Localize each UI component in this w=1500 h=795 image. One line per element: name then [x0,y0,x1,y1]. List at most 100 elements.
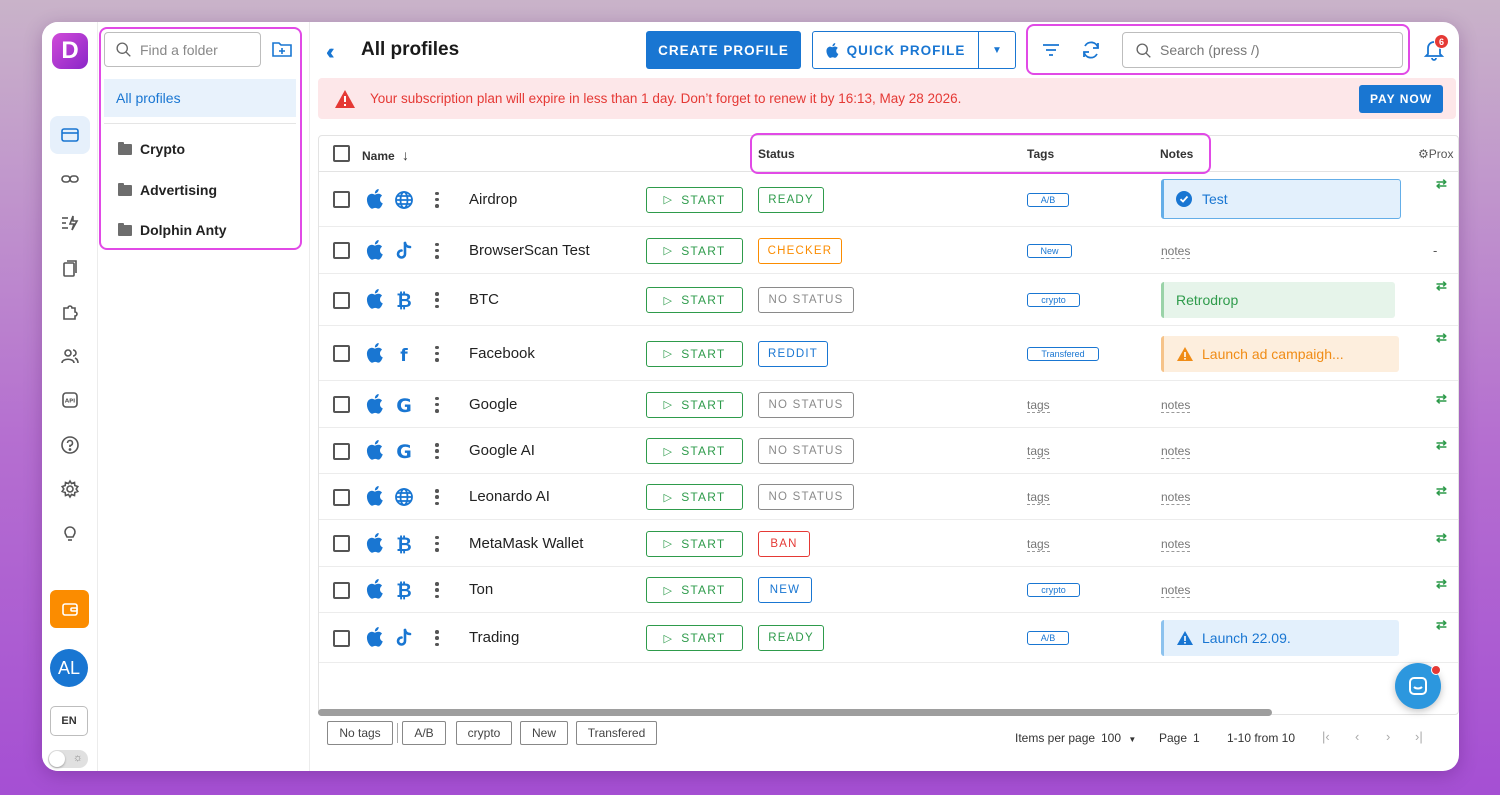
row-checkbox[interactable] [333,535,350,552]
filter-icon[interactable] [1040,39,1062,61]
tag-badge[interactable]: A/B [1027,631,1069,645]
start-button[interactable]: ▷ START [646,186,743,213]
row-checkbox[interactable] [333,191,350,208]
automation-icon[interactable] [50,204,90,242]
start-button[interactable]: ▷ START [646,577,743,603]
theme-toggle[interactable]: ☼ [48,750,88,768]
extension-icon[interactable] [50,293,90,331]
tags-placeholder[interactable]: tags [1027,398,1050,413]
proxy-swap-icon[interactable]: ⇄ [1436,278,1447,294]
tag-chip[interactable]: crypto [456,721,512,745]
pay-now-button[interactable]: PAY NOW [1359,85,1443,113]
tag-badge[interactable]: New [1027,243,1072,258]
language-switch[interactable]: EN [50,706,88,736]
table-row[interactable]: Airdrop ▷ START READY A/B Test ⇄ [319,172,1458,227]
horizontal-scrollbar[interactable] [318,709,1272,716]
refresh-icon[interactable] [1080,39,1102,61]
note-card[interactable]: Test [1161,178,1401,219]
tag-chip[interactable]: A/B [402,721,446,745]
api-icon[interactable]: API [50,381,90,419]
status-badge[interactable]: BAN [758,530,810,557]
prev-page-icon[interactable]: ‹ [1355,729,1359,744]
proxy-swap-icon[interactable]: ⇄ [1436,391,1447,407]
tags-placeholder[interactable]: tags [1027,445,1050,459]
select-all-checkbox[interactable] [333,145,350,162]
row-checkbox[interactable] [333,242,350,259]
tags-placeholder[interactable]: tags [1027,537,1050,552]
more-vert-icon[interactable] [435,345,439,362]
users-icon[interactable] [50,337,90,375]
status-badge[interactable]: REDDIT [758,340,828,367]
quick-profile-button[interactable]: QUICK PROFILE [812,31,979,69]
start-button[interactable]: ▷ START [646,287,743,313]
tags-placeholder[interactable]: tags [1027,491,1050,505]
table-row[interactable]: G Google AI ▷ START NO STATUS tags notes ⇄ [319,428,1458,474]
proxy-swap-icon[interactable]: ⇄ [1436,176,1447,192]
notes-placeholder[interactable]: notes [1161,491,1191,505]
status-badge[interactable]: CHECKER [758,237,842,264]
start-button[interactable]: ▷ START [646,438,743,464]
settings-icon[interactable] [50,470,90,508]
start-button[interactable]: ▷ START [646,530,743,557]
wallet-icon[interactable] [50,590,89,628]
notes-placeholder[interactable]: notes [1161,445,1191,459]
profile-name[interactable]: BrowserScan Test [469,242,590,259]
proxy-swap-icon[interactable]: ⇄ [1436,576,1447,592]
notes-placeholder[interactable]: notes [1161,398,1191,413]
tag-badge[interactable]: crypto [1027,293,1080,307]
profile-name[interactable]: BTC [469,291,499,308]
profile-name[interactable]: Airdrop [469,191,517,208]
profile-search-input[interactable]: Search (press /) [1122,32,1403,68]
last-page-icon[interactable]: ›| [1415,729,1423,744]
proxy-swap-icon[interactable]: ⇄ [1436,530,1447,546]
proxy-swap-icon[interactable]: ⇄ [1436,617,1447,633]
status-badge[interactable]: NO STATUS [758,391,854,418]
start-button[interactable]: ▷ START [646,237,743,264]
notes-placeholder[interactable]: notes [1161,584,1191,598]
profile-name[interactable]: Google AI [469,442,535,459]
app-logo[interactable]: D [52,33,88,69]
table-row[interactable]: Trading ▷ START READY A/B Launch 22.09. ⇄ [319,613,1458,663]
lightbulb-icon[interactable] [50,514,90,552]
folder-item-advertising[interactable]: Advertising [118,179,217,201]
notes-placeholder[interactable]: notes [1161,244,1191,259]
tag-chip[interactable]: No tags [327,721,393,745]
tag-badge[interactable]: Transfered [1027,346,1099,361]
more-vert-icon[interactable] [435,242,439,259]
profile-name[interactable]: Leonardo AI [469,488,550,505]
more-vert-icon[interactable] [435,535,439,552]
row-checkbox[interactable] [333,442,350,460]
start-button[interactable]: ▷ START [646,340,743,367]
table-row[interactable]: f Facebook ▷ START REDDIT Transfered Launch ad… [319,326,1458,381]
more-vert-icon[interactable] [435,292,439,308]
table-row[interactable]: G Google ▷ START NO STATUS tags notes ⇄ [319,381,1458,428]
add-folder-icon[interactable] [271,38,293,60]
more-vert-icon[interactable] [435,582,439,598]
column-proxy[interactable]: ⚙Prox [1418,147,1453,161]
profile-name[interactable]: Ton [469,581,493,598]
quick-profile-dropdown[interactable]: ▼ [978,31,1016,69]
items-per-page-select[interactable]: 100 ▼ [1101,731,1136,745]
note-card[interactable]: Launch ad campaigh... [1161,335,1399,372]
row-checkbox[interactable] [333,629,350,647]
status-badge[interactable]: NEW [758,577,812,603]
folder-item-crypto[interactable]: Crypto [118,138,185,160]
start-button[interactable]: ▷ START [646,391,743,418]
more-vert-icon[interactable] [435,630,439,646]
status-badge[interactable]: NO STATUS [758,438,854,464]
table-row[interactable]: ₿ Ton ▷ START NEW crypto notes ⇄ [319,567,1458,613]
status-badge[interactable]: READY [758,186,824,213]
row-checkbox[interactable] [333,488,350,506]
tag-badge[interactable]: crypto [1027,583,1080,597]
more-vert-icon[interactable] [435,489,439,505]
start-button[interactable]: ▷ START [646,625,743,651]
browser-icon[interactable] [50,116,90,154]
column-name[interactable]: Name ↓ [362,147,409,163]
folder-search-input[interactable]: Find a folder [104,32,261,67]
clipboard-icon[interactable] [50,249,90,287]
table-row[interactable]: ₿ MetaMask Wallet ▷ START BAN tags notes ⇄ [319,520,1458,567]
profile-name[interactable]: Google [469,396,517,413]
folder-all-profiles[interactable]: All profiles [104,79,296,117]
notes-placeholder[interactable]: notes [1161,537,1191,552]
collapse-sidebar-icon[interactable]: ‹‹ [326,39,334,65]
